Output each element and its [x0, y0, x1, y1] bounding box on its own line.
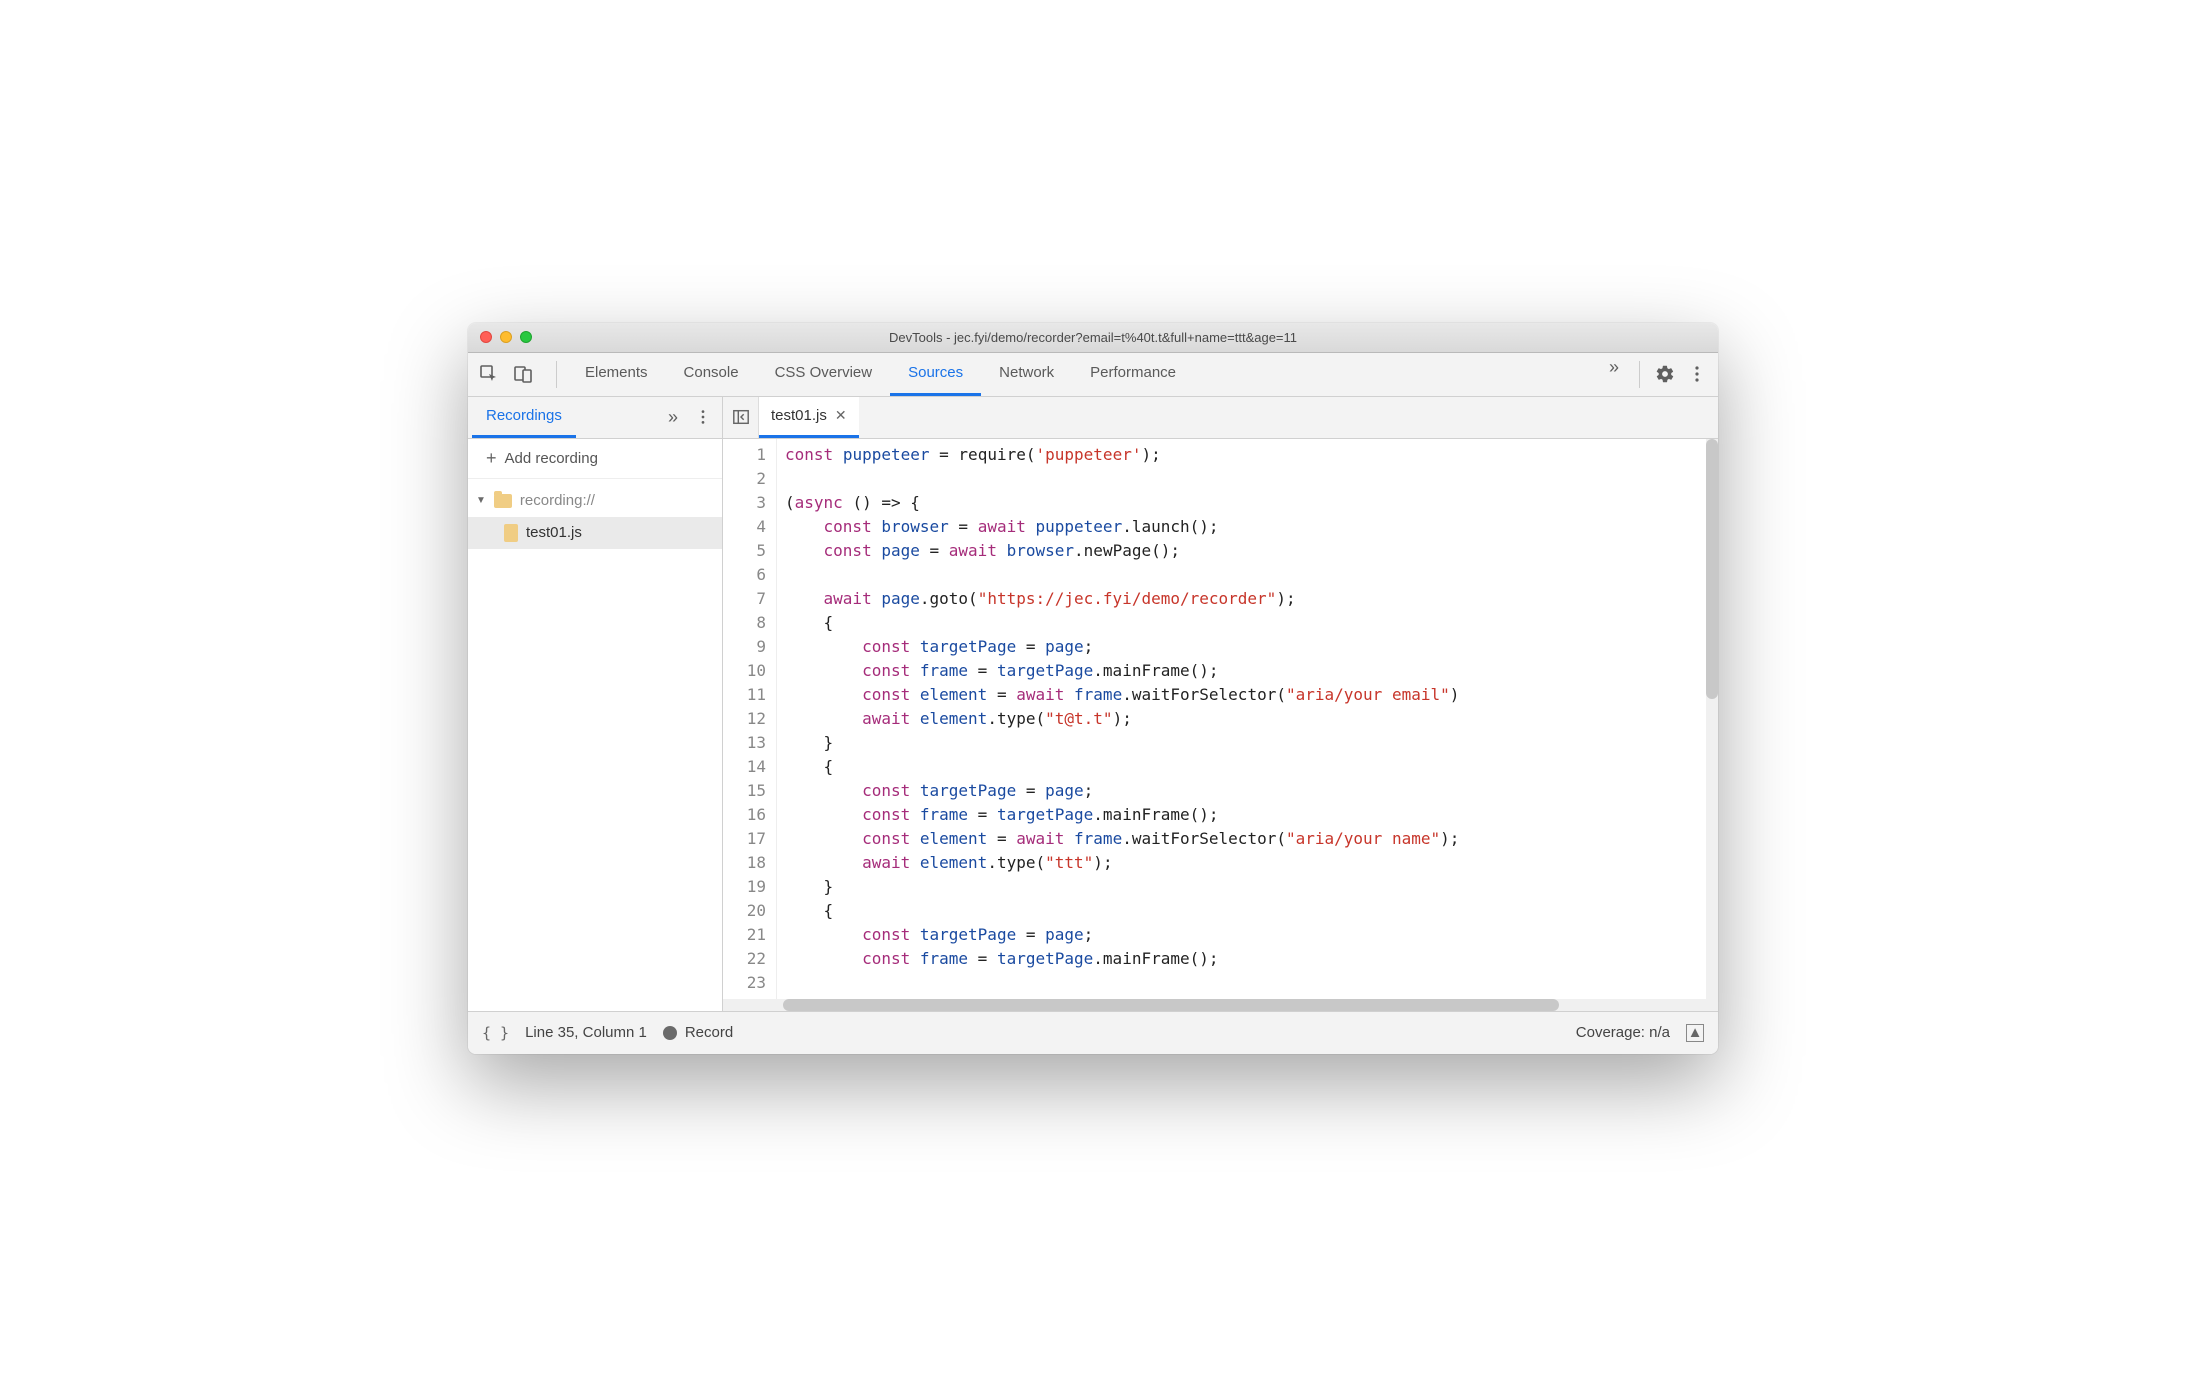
- panel-tab-network[interactable]: Network: [981, 353, 1072, 396]
- overflow-tabs-icon[interactable]: »: [1599, 353, 1629, 383]
- tree-folder-row[interactable]: ▼ recording://: [468, 485, 722, 517]
- panel-tabs: ElementsConsoleCSS OverviewSourcesNetwor…: [567, 353, 1599, 396]
- coverage-label: Coverage: n/a: [1576, 1024, 1670, 1041]
- status-bar: { } Line 35, Column 1 Record Coverage: n…: [468, 1012, 1718, 1054]
- traffic-lights: [468, 331, 532, 343]
- code-editor[interactable]: 1234567891011121314151617181920212223 co…: [723, 439, 1718, 999]
- file-tab-bar: test01.js ✕: [723, 397, 1718, 439]
- plus-icon: +: [486, 448, 497, 469]
- editor-pane: test01.js ✕ 1234567891011121314151617181…: [723, 397, 1718, 1011]
- file-tab-active[interactable]: test01.js ✕: [759, 397, 859, 438]
- window-title: DevTools - jec.fyi/demo/recorder?email=t…: [468, 330, 1718, 345]
- tree-folder-label: recording://: [520, 492, 595, 509]
- show-navigator-icon[interactable]: [723, 397, 759, 438]
- add-recording-label: Add recording: [505, 450, 598, 467]
- panel-tab-css-overview[interactable]: CSS Overview: [757, 353, 891, 396]
- close-tab-icon[interactable]: ✕: [835, 407, 847, 424]
- panel-tab-console[interactable]: Console: [666, 353, 757, 396]
- devtools-window: DevTools - jec.fyi/demo/recorder?email=t…: [468, 323, 1718, 1054]
- kebab-menu-icon[interactable]: [1682, 359, 1712, 389]
- sidebar: Recordings » + Add recording ▼ recording…: [468, 397, 723, 1011]
- horizontal-scrollbar[interactable]: [723, 999, 1718, 1011]
- folder-icon: [494, 494, 512, 508]
- main-toolbar: ElementsConsoleCSS OverviewSourcesNetwor…: [468, 353, 1718, 397]
- panel-tab-sources[interactable]: Sources: [890, 353, 981, 396]
- window-titlebar: DevTools - jec.fyi/demo/recorder?email=t…: [468, 323, 1718, 353]
- record-button[interactable]: Record: [663, 1024, 733, 1041]
- sidebar-overflow-icon[interactable]: »: [658, 397, 688, 438]
- sidebar-tab-recordings[interactable]: Recordings: [472, 397, 576, 438]
- vertical-scrollbar[interactable]: [1706, 439, 1718, 999]
- minimize-window-button[interactable]: [500, 331, 512, 343]
- sidebar-tabs: Recordings »: [468, 397, 722, 439]
- settings-gear-icon[interactable]: [1650, 359, 1680, 389]
- pretty-print-icon[interactable]: { }: [482, 1024, 509, 1042]
- record-label: Record: [685, 1024, 733, 1041]
- file-tree: ▼ recording:// test01.js: [468, 479, 722, 549]
- panel-tab-performance[interactable]: Performance: [1072, 353, 1194, 396]
- tree-file-row[interactable]: test01.js: [468, 517, 722, 549]
- code-content[interactable]: const puppeteer = require('puppeteer'); …: [777, 439, 1706, 999]
- file-tab-label: test01.js: [771, 407, 827, 424]
- add-recording-button[interactable]: + Add recording: [468, 439, 722, 479]
- panel-tab-elements[interactable]: Elements: [567, 353, 666, 396]
- cursor-position-label: Line 35, Column 1: [525, 1024, 647, 1041]
- tree-file-label: test01.js: [526, 524, 582, 541]
- line-gutter: 1234567891011121314151617181920212223: [723, 439, 777, 999]
- maximize-window-button[interactable]: [520, 331, 532, 343]
- file-icon: [504, 524, 518, 542]
- record-dot-icon: [663, 1026, 677, 1040]
- device-mode-icon[interactable]: [508, 359, 538, 389]
- inspect-element-icon[interactable]: [474, 359, 504, 389]
- disclosure-triangle-icon: ▼: [476, 495, 486, 506]
- sidebar-kebab-icon[interactable]: [688, 397, 718, 438]
- close-window-button[interactable]: [480, 331, 492, 343]
- scroll-to-top-icon[interactable]: ▲: [1686, 1024, 1704, 1042]
